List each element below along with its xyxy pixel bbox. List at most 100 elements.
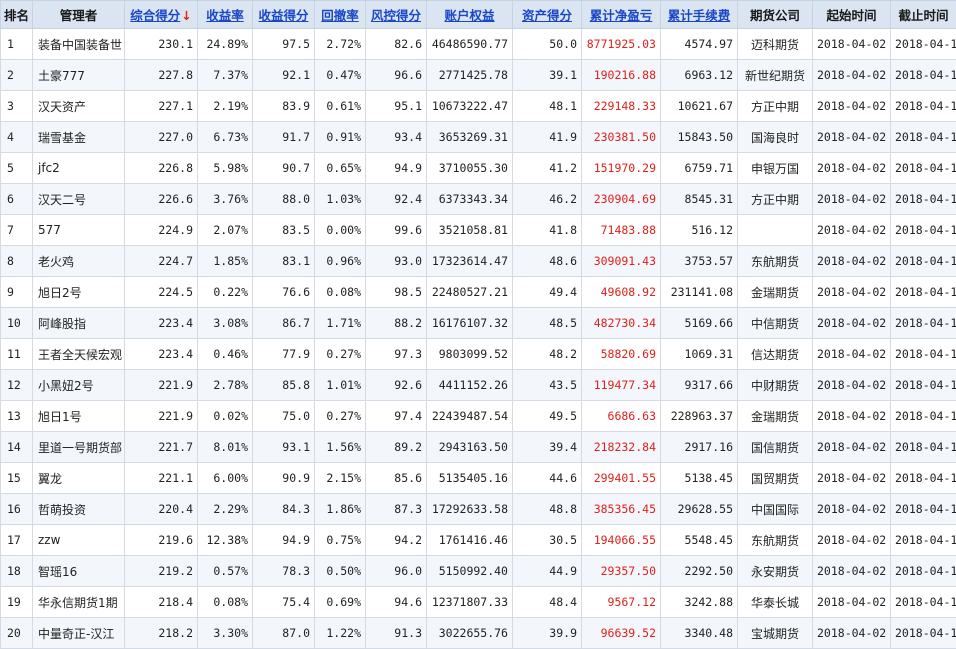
cell-start: 2018-04-02 — [813, 587, 891, 618]
cell-score: 220.4 — [125, 494, 198, 525]
cell-manager[interactable]: 老火鸡 — [33, 246, 125, 277]
cell-equity: 5150992.40 — [427, 556, 513, 587]
cell-end: 2018-04-17 — [891, 432, 956, 463]
cell-start: 2018-04-02 — [813, 370, 891, 401]
header-fees-label[interactable]: 累计手续费 — [668, 8, 731, 23]
header-return-rate[interactable]: 收益率 — [198, 1, 253, 29]
header-asset-score[interactable]: 资产得分 — [513, 1, 582, 29]
table-row[interactable]: 8老火鸡224.71.85%83.10.96%93.017323614.4748… — [1, 246, 956, 277]
cell-equity: 6373343.34 — [427, 184, 513, 215]
cell-net-profit: 58820.69 — [582, 339, 661, 370]
header-equity[interactable]: 账户权益 — [427, 1, 513, 29]
cell-manager[interactable]: 旭日2号 — [33, 277, 125, 308]
cell-rank: 6 — [1, 184, 33, 215]
header-net-profit-label[interactable]: 累计净盈亏 — [590, 8, 653, 23]
header-equity-label[interactable]: 账户权益 — [444, 8, 494, 23]
header-risk-score[interactable]: 风控得分 — [366, 1, 427, 29]
table-row[interactable]: 19华永信期货1期218.40.08%75.40.69%94.612371807… — [1, 587, 956, 618]
header-drawdown[interactable]: 回撤率 — [315, 1, 366, 29]
cell-manager[interactable]: 旭日1号 — [33, 401, 125, 432]
cell-risk-score: 93.4 — [366, 122, 427, 153]
cell-net-profit: 49608.92 — [582, 277, 661, 308]
cell-manager[interactable]: 华永信期货1期 — [33, 587, 125, 618]
header-manager: 管理者 — [33, 1, 125, 29]
table-row[interactable]: 11王者全天候宏观223.40.46%77.90.27%97.39803099.… — [1, 339, 956, 370]
header-asset-score-label[interactable]: 资产得分 — [522, 8, 572, 23]
ranking-table: 排名 管理者 综合得分↓ 收益率 收益得分 回撤率 风控得分 账户权益 资产得分… — [0, 0, 956, 649]
header-score-label[interactable]: 综合得分 — [130, 8, 180, 23]
cell-manager[interactable]: 王者全天候宏观 — [33, 339, 125, 370]
header-score[interactable]: 综合得分↓ — [125, 1, 198, 29]
cell-equity: 22439487.54 — [427, 401, 513, 432]
header-return-score-label[interactable]: 收益得分 — [258, 8, 308, 23]
cell-drawdown: 1.56% — [315, 432, 366, 463]
cell-asset-score: 49.5 — [513, 401, 582, 432]
cell-net-profit: 230381.50 — [582, 122, 661, 153]
table-row[interactable]: 14里道一号期货部221.78.01%93.11.56%89.22943163.… — [1, 432, 956, 463]
cell-drawdown: 1.71% — [315, 308, 366, 339]
cell-broker: 东航期货 — [738, 525, 813, 556]
cell-equity: 9803099.52 — [427, 339, 513, 370]
cell-end: 2018-04-17 — [891, 184, 956, 215]
header-return-rate-label[interactable]: 收益率 — [206, 8, 244, 23]
table-row[interactable]: 3汉天资产227.12.19%83.90.61%95.110673222.474… — [1, 91, 956, 122]
cell-manager[interactable]: 577 — [33, 215, 125, 246]
cell-rank: 3 — [1, 91, 33, 122]
cell-rank: 17 — [1, 525, 33, 556]
cell-start: 2018-04-02 — [813, 556, 891, 587]
table-row[interactable]: 16哲萌投资220.42.29%84.31.86%87.317292633.58… — [1, 494, 956, 525]
table-row[interactable]: 5jfc2226.85.98%90.70.65%94.93710055.3041… — [1, 153, 956, 184]
cell-drawdown: 2.15% — [315, 463, 366, 494]
cell-return-score: 78.3 — [253, 556, 315, 587]
cell-net-profit: 71483.88 — [582, 215, 661, 246]
cell-manager[interactable]: 阿峰股指 — [33, 308, 125, 339]
cell-manager[interactable]: 里道一号期货部 — [33, 432, 125, 463]
cell-drawdown: 1.03% — [315, 184, 366, 215]
cell-manager[interactable]: 翼龙 — [33, 463, 125, 494]
header-drawdown-label[interactable]: 回撤率 — [321, 8, 359, 23]
table-row[interactable]: 18智瑶16219.20.57%78.30.50%96.05150992.404… — [1, 556, 956, 587]
cell-net-profit: 482730.34 — [582, 308, 661, 339]
table-row[interactable]: 6汉天二号226.63.76%88.01.03%92.46373343.3446… — [1, 184, 956, 215]
table-row[interactable]: 15翼龙221.16.00%90.92.15%85.65135405.1644.… — [1, 463, 956, 494]
cell-return-rate: 0.08% — [198, 587, 253, 618]
cell-manager[interactable]: 土豪777 — [33, 60, 125, 91]
cell-rank: 11 — [1, 339, 33, 370]
table-row[interactable]: 2土豪777227.87.37%92.10.47%96.62771425.783… — [1, 60, 956, 91]
cell-return-rate: 0.46% — [198, 339, 253, 370]
cell-net-profit: 8771925.03 — [582, 29, 661, 60]
cell-asset-score: 30.5 — [513, 525, 582, 556]
cell-net-profit: 190216.88 — [582, 60, 661, 91]
table-row[interactable]: 7577224.92.07%83.50.00%99.63521058.8141.… — [1, 215, 956, 246]
sort-desc-arrow-icon[interactable]: ↓ — [181, 8, 191, 23]
cell-rank: 9 — [1, 277, 33, 308]
cell-net-profit: 9567.12 — [582, 587, 661, 618]
cell-manager[interactable]: 瑞雪基金 — [33, 122, 125, 153]
table-row[interactable]: 9旭日2号224.50.22%76.60.08%98.522480527.214… — [1, 277, 956, 308]
header-risk-score-label[interactable]: 风控得分 — [371, 8, 421, 23]
header-fees[interactable]: 累计手续费 — [661, 1, 738, 29]
cell-manager[interactable]: 哲萌投资 — [33, 494, 125, 525]
cell-broker: 国贸期货 — [738, 463, 813, 494]
table-row[interactable]: 13旭日1号221.90.02%75.00.27%97.422439487.54… — [1, 401, 956, 432]
cell-manager[interactable]: 汉天资产 — [33, 91, 125, 122]
table-row[interactable]: 17zzw219.612.38%94.90.75%94.21761416.463… — [1, 525, 956, 556]
table-row[interactable]: 1装备中国装备世230.124.89%97.52.72%82.646486590… — [1, 29, 956, 60]
cell-manager[interactable]: 小黑妞2号 — [33, 370, 125, 401]
cell-score: 226.6 — [125, 184, 198, 215]
cell-broker: 申银万国 — [738, 153, 813, 184]
table-row[interactable]: 12小黑妞2号221.92.78%85.81.01%92.64411152.26… — [1, 370, 956, 401]
header-net-profit[interactable]: 累计净盈亏 — [582, 1, 661, 29]
cell-manager[interactable]: zzw — [33, 525, 125, 556]
table-row[interactable]: 4瑞雪基金227.06.73%91.70.91%93.43653269.3141… — [1, 122, 956, 153]
header-return-score[interactable]: 收益得分 — [253, 1, 315, 29]
cell-manager[interactable]: 智瑶16 — [33, 556, 125, 587]
cell-manager[interactable]: 装备中国装备世 — [33, 29, 125, 60]
cell-score: 218.4 — [125, 587, 198, 618]
cell-equity: 16176107.32 — [427, 308, 513, 339]
cell-manager[interactable]: jfc2 — [33, 153, 125, 184]
cell-manager[interactable]: 汉天二号 — [33, 184, 125, 215]
cell-net-profit: 29357.50 — [582, 556, 661, 587]
cell-start: 2018-04-02 — [813, 308, 891, 339]
table-row[interactable]: 10阿峰股指223.43.08%86.71.71%88.216176107.32… — [1, 308, 956, 339]
